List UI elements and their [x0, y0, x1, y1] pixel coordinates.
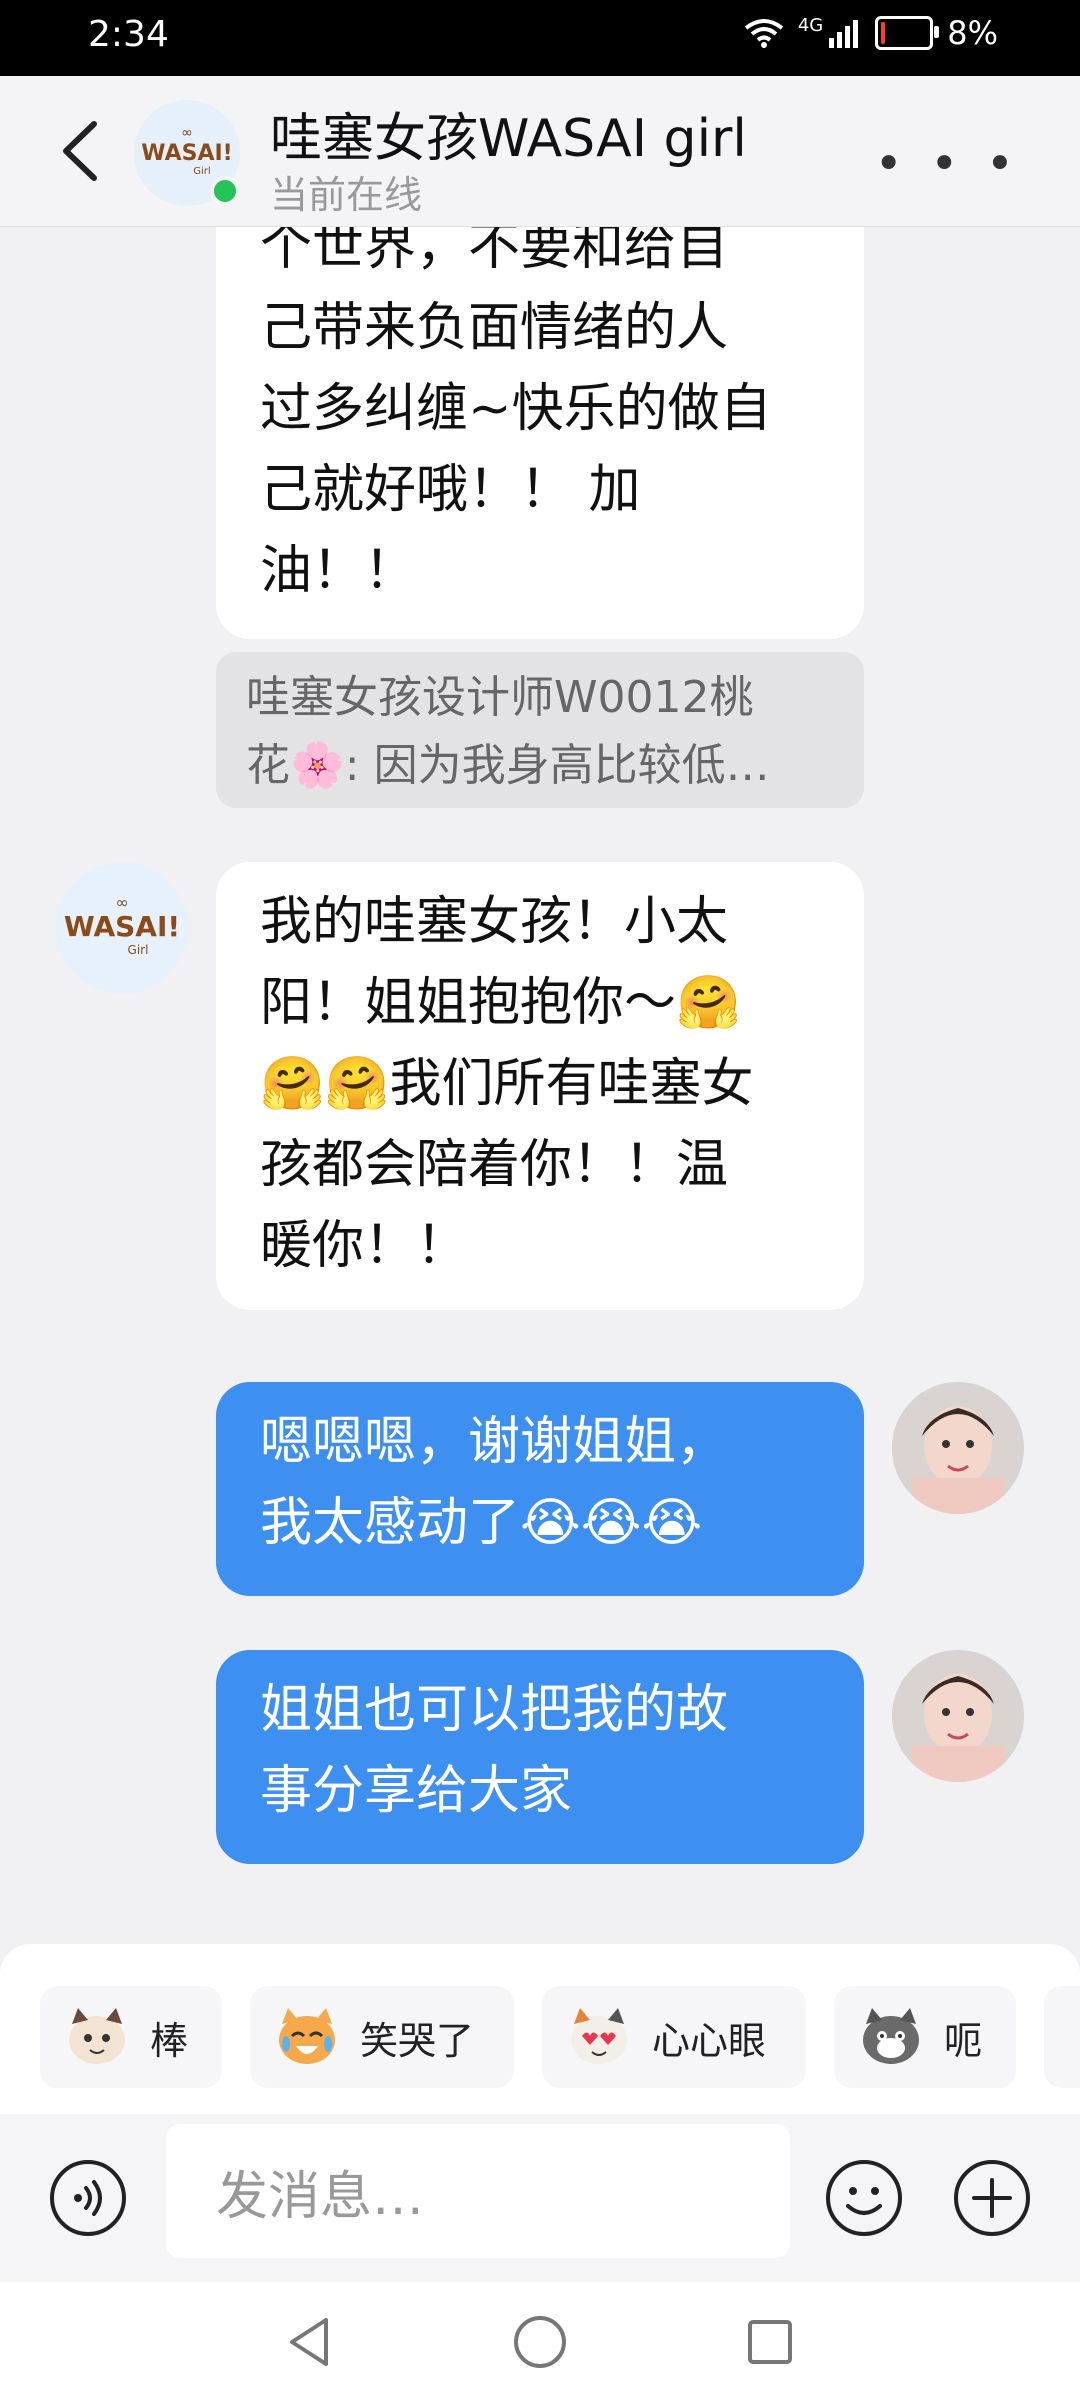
network-label: 4G — [797, 14, 824, 36]
quick-reply-label: 笑哭了 — [360, 2018, 475, 2063]
message-bubble-incoming[interactable]: 我的哇塞女孩！小太 阳！姐姐抱抱你～🤗 🤗🤗我们所有哇塞女 孩都会陪着你！！温 … — [216, 862, 864, 1310]
quick-reply-chip[interactable]: 心心眼 — [542, 1986, 806, 2088]
nav-back-icon[interactable] — [280, 2312, 340, 2372]
quick-reply-bar: 棒 笑哭了 心心眼 呃 — [0, 1944, 1080, 2114]
quick-reply-label: 棒 — [150, 2018, 189, 2063]
cat-laugh-cry-icon — [279, 2008, 335, 2064]
add-attachment-icon[interactable] — [952, 2158, 1032, 2238]
svg-text:Girl: Girl — [193, 166, 210, 177]
my-avatar[interactable] — [892, 1382, 1024, 1514]
battery-percent: 8% — [947, 14, 998, 52]
nav-home-icon[interactable] — [510, 2312, 570, 2372]
cat-awkward-icon — [863, 2008, 919, 2064]
status-time: 2:34 — [88, 14, 169, 55]
more-options-icon[interactable]: • • • — [875, 136, 1020, 192]
sender-avatar[interactable]: ∞ WASAI! Girl — [56, 862, 188, 994]
svg-text:WASAI!: WASAI! — [64, 910, 180, 943]
svg-text:∞: ∞ — [181, 125, 193, 141]
status-icons: 4G 8% — [744, 14, 998, 52]
quick-reply-label: 心心眼 — [652, 2018, 767, 2063]
quick-reply-chip[interactable]: 棒 — [40, 1986, 222, 2088]
cat-thumbs-up-icon — [69, 2008, 125, 2064]
message-list[interactable]: 个世界，不要和给自 己带来负面情绪的人 过多纠缠~快乐的做自 己就好哦！！ 加 … — [0, 227, 1080, 1944]
contact-name: 哇塞女孩WASAI girl — [270, 109, 747, 169]
message-input[interactable]: 发消息… — [166, 2124, 790, 2258]
svg-text:WASAI!: WASAI! — [141, 141, 232, 166]
nav-recents-icon[interactable] — [740, 2312, 800, 2372]
battery-icon — [875, 16, 940, 50]
message-bubble-incoming[interactable]: 个世界，不要和给自 己带来负面情绪的人 过多纠缠~快乐的做自 己就好哦！！ 加 … — [216, 227, 864, 639]
wasai-logo-icon: ∞ WASAI! Girl — [56, 862, 188, 994]
quoted-message[interactable]: 哇塞女孩设计师W0012桃 花🌸: 因为我身高比较低… — [216, 652, 864, 808]
online-status-dot — [210, 176, 240, 206]
emoji-icon[interactable] — [824, 2158, 904, 2238]
user-photo-icon — [892, 1650, 1024, 1782]
status-bar: 2:34 4G 8% — [0, 0, 1080, 76]
my-avatar[interactable] — [892, 1650, 1024, 1782]
user-photo-icon — [892, 1382, 1024, 1514]
voice-input-icon[interactable] — [48, 2158, 128, 2238]
quick-reply-label: 呃 — [944, 2018, 983, 2063]
chat-header: ∞ WASAI! Girl 哇塞女孩WASAI girl 当前在线 • • • — [0, 76, 1080, 227]
system-nav-bar — [0, 2282, 1080, 2400]
back-arrow-icon[interactable] — [52, 116, 112, 186]
wifi-icon — [744, 19, 784, 48]
quick-reply-chip[interactable]: 呃 — [834, 1986, 1016, 2088]
quick-reply-chip-partial[interactable] — [1044, 1986, 1080, 2088]
message-bubble-outgoing[interactable]: 嗯嗯嗯，谢谢姐姐， 我太感动了😭😭😭 — [216, 1382, 864, 1596]
quick-reply-chip[interactable]: 笑哭了 — [250, 1986, 514, 2088]
message-input-bar: 发消息… — [0, 2114, 1080, 2282]
cat-heart-eyes-icon — [571, 2008, 627, 2064]
online-status-text: 当前在线 — [270, 173, 423, 217]
message-bubble-outgoing[interactable]: 姐姐也可以把我的故 事分享给大家 — [216, 1650, 864, 1864]
signal-icon — [829, 20, 859, 48]
svg-text:Girl: Girl — [128, 943, 149, 957]
